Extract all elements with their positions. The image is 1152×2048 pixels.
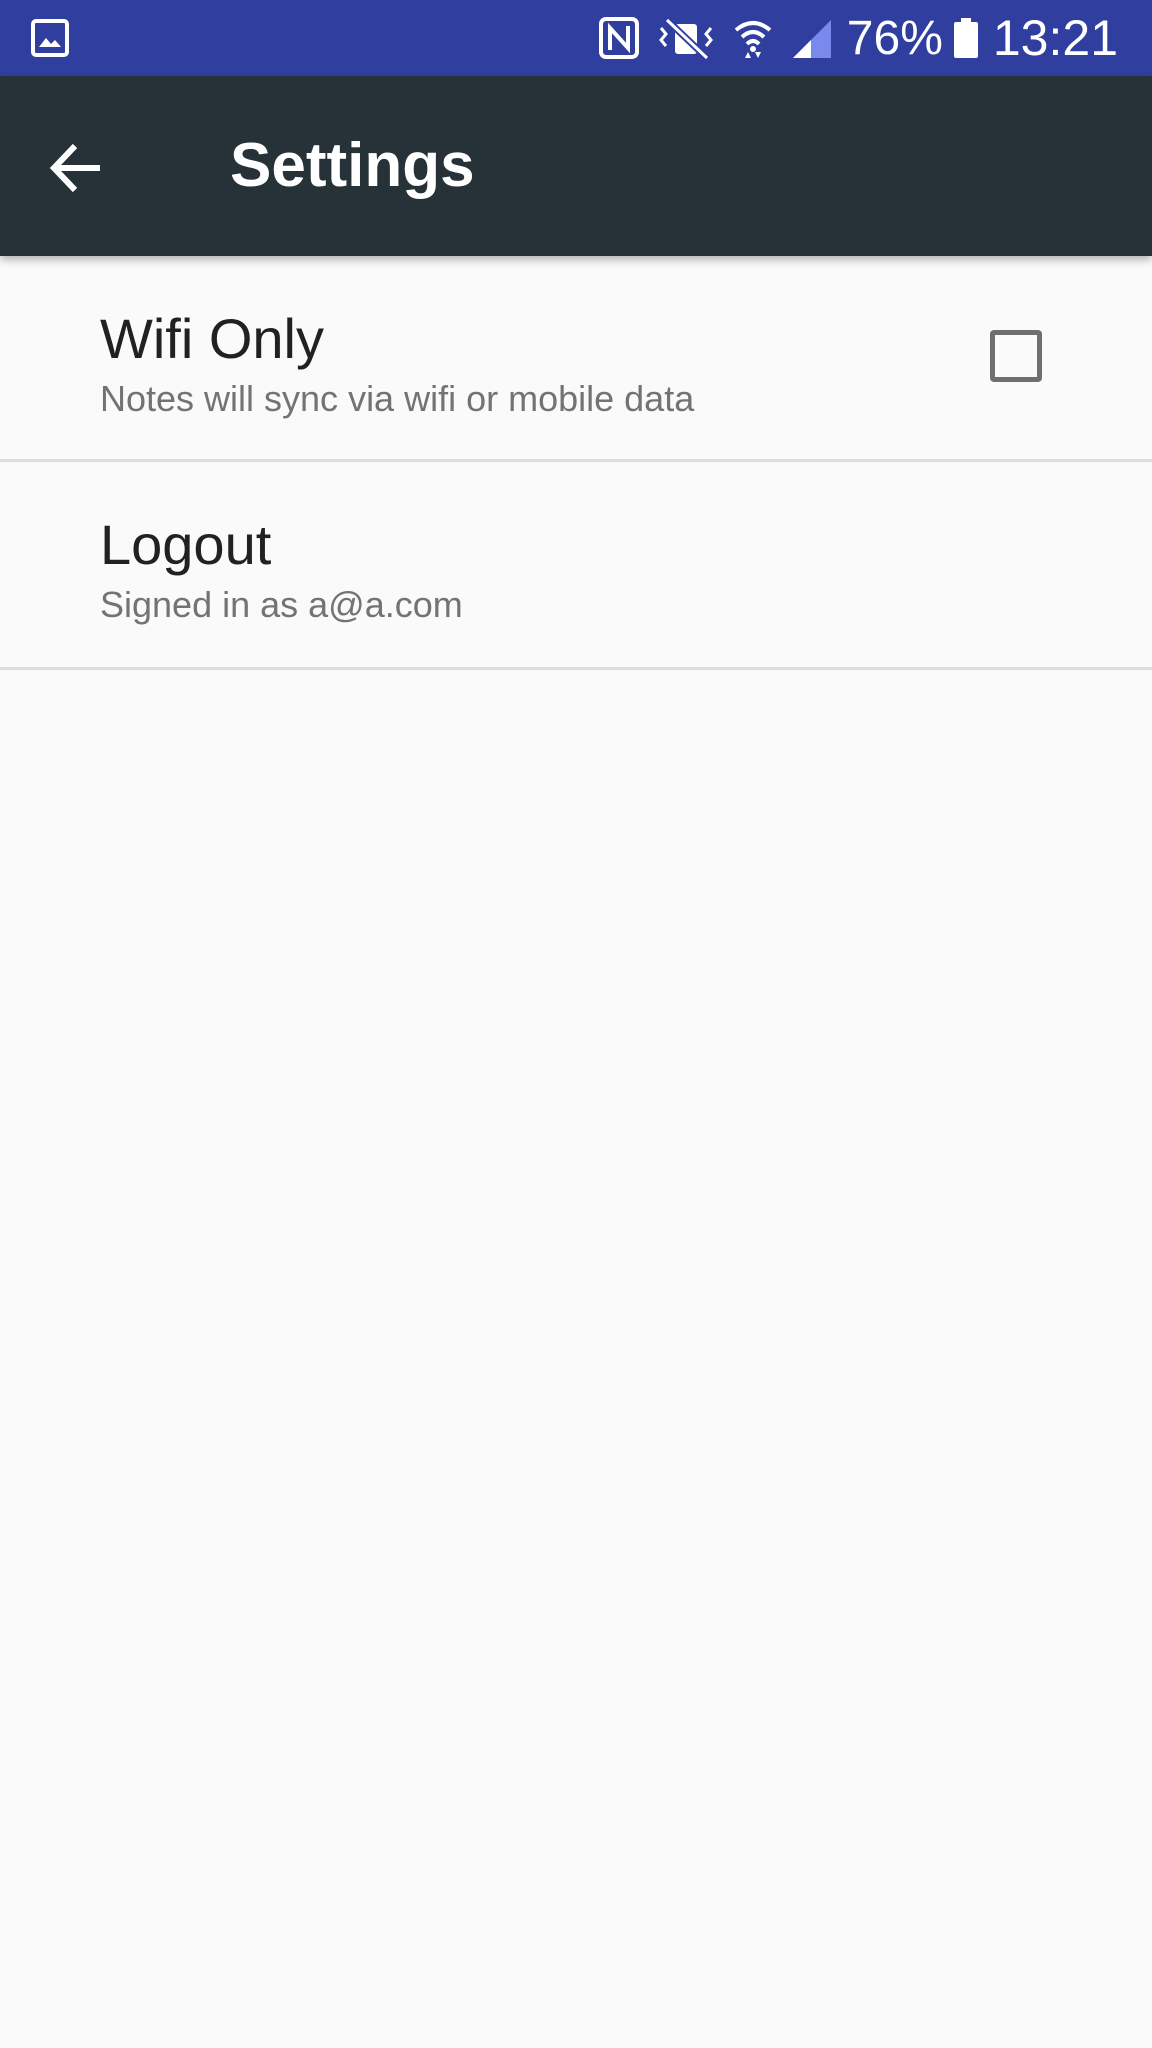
wifi-only-checkbox[interactable]: [990, 330, 1042, 382]
preference-wifi-only[interactable]: Wifi Only Notes will sync via wifi or mo…: [0, 256, 1152, 462]
status-icons: 76% 13:21: [581, 0, 1118, 76]
status-clock: 13:21: [992, 10, 1118, 66]
nfc-icon: [598, 16, 639, 60]
preference-summary: Signed in as a@a.com: [100, 584, 463, 625]
wifi-icon: [733, 16, 773, 60]
settings-screen: 76% 13:21 Settings Wifi Only Notes will …: [0, 0, 1152, 2048]
status-bar: 76% 13:21: [0, 0, 1152, 76]
back-button[interactable]: [28, 122, 124, 218]
battery-percent: 76%: [846, 11, 943, 65]
preference-logout[interactable]: Logout Signed in as a@a.com: [0, 462, 1152, 670]
gallery-notification-icon: [30, 18, 70, 58]
preference-summary: Notes will sync via wifi or mobile data: [100, 378, 695, 419]
settings-list: Wifi Only Notes will sync via wifi or mo…: [0, 256, 1152, 670]
vibrate-mute-icon: [657, 16, 715, 60]
app-bar: Settings: [0, 76, 1152, 256]
battery-icon: [953, 16, 979, 60]
cell-signal-icon: [791, 16, 833, 60]
preference-title: Logout: [100, 513, 272, 576]
page-title: Settings: [230, 131, 475, 200]
preference-title: Wifi Only: [100, 307, 324, 370]
arrow-back-icon: [48, 140, 104, 201]
